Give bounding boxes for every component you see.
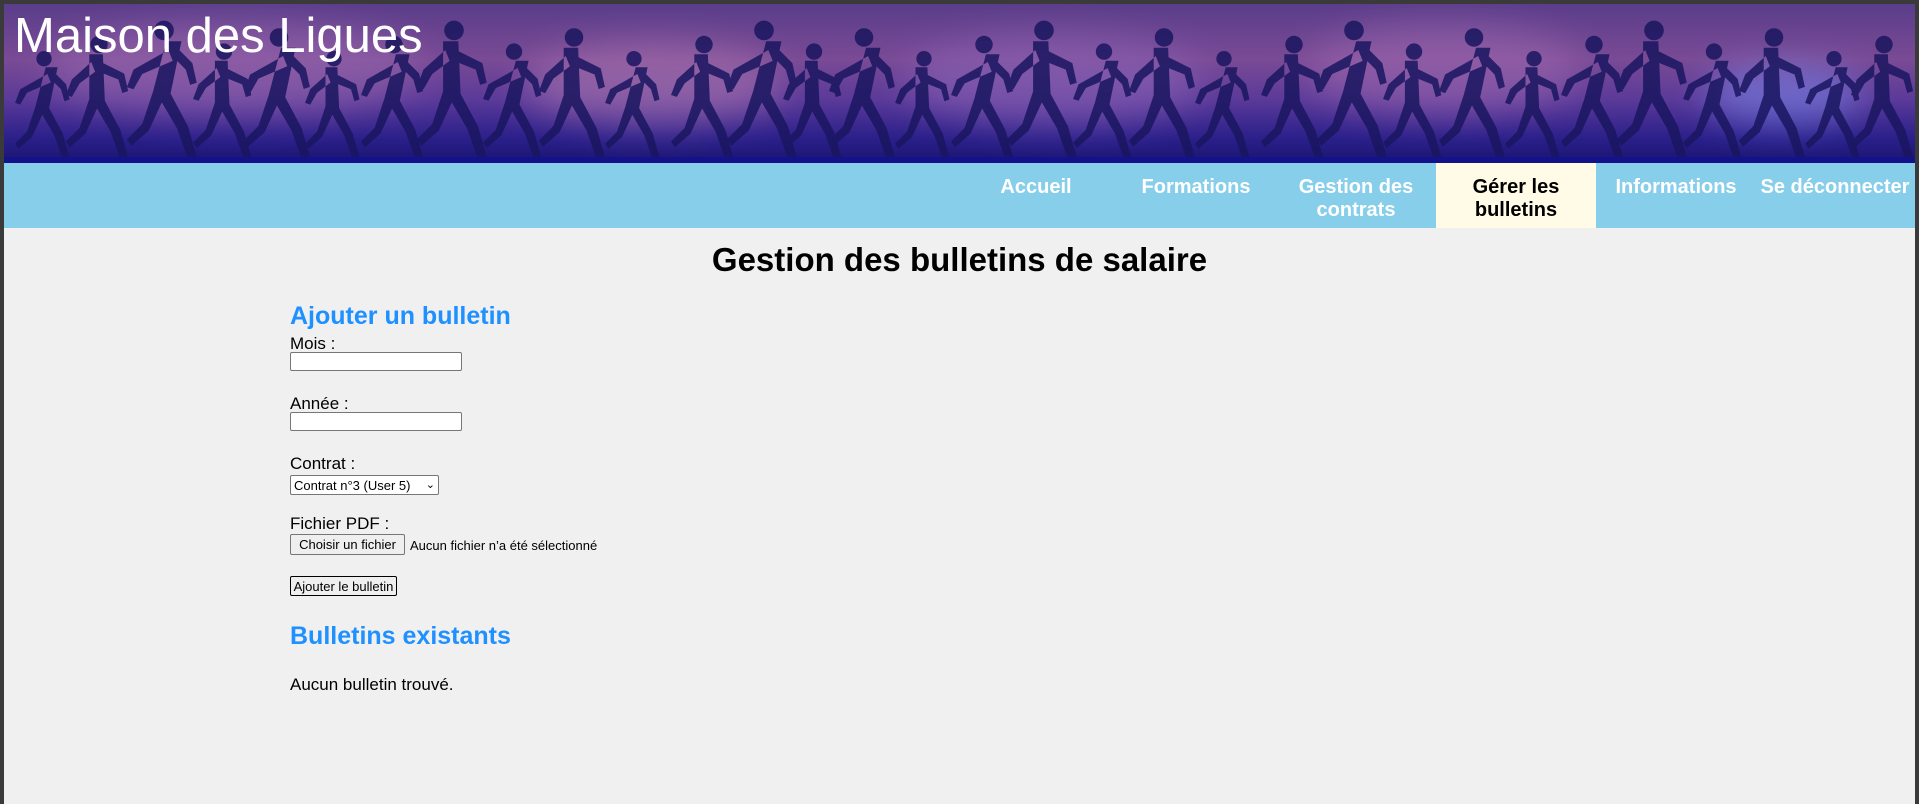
choose-file-button[interactable]: Choisir un fichier [290,534,405,555]
empty-bulletins-message: Aucun bulletin trouvé. [290,675,454,694]
nav-item-gestion-contrats[interactable]: Gestion des contrats [1276,163,1436,228]
nav-item-informations[interactable]: Informations [1596,163,1756,228]
add-bulletin-button[interactable]: Ajouter le bulletin [290,576,397,596]
month-input[interactable] [290,352,462,371]
browser-viewport: Maison des Ligues Accueil Formations Ges… [4,4,1915,804]
year-input[interactable] [290,412,462,431]
nav-item-accueil[interactable]: Accueil [956,163,1116,228]
year-label: Année : [290,394,349,413]
nav-item-se-deconnecter[interactable]: Se déconnecter [1755,163,1915,228]
nav-item-gerer-bulletins[interactable]: Gérer les bulletins [1436,163,1596,228]
pdf-label: Fichier PDF : [290,514,390,533]
contract-select[interactable]: Contrat n°3 (User 5) ⌄ [290,475,439,495]
contract-label: Contrat : [290,454,356,473]
add-bulletin-heading: Ajouter un bulletin [290,302,511,330]
month-label: Mois : [290,334,336,353]
file-status-text: Aucun fichier n’a été sélectionné [410,538,598,553]
page-title: Gestion des bulletins de salaire [711,241,1208,278]
chevron-down-icon: ⌄ [425,478,435,491]
main-navigation: Accueil Formations Gestion des contrats … [4,163,1915,228]
site-title: Maison des Ligues [14,9,423,63]
existing-bulletins-heading: Bulletins existants [290,622,511,650]
contract-select-value: Contrat n°3 (User 5) [294,477,411,493]
header-banner: Maison des Ligues [4,4,1915,163]
nav-item-formations[interactable]: Formations [1116,163,1276,228]
